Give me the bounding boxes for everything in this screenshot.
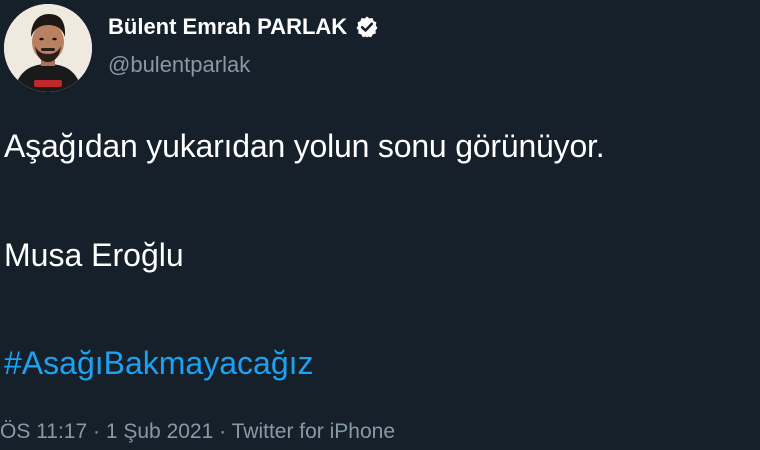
- tweet-meta: ÖS 11:17 · 1 Şub 2021 · Twitter for iPho…: [0, 420, 395, 444]
- hashtag-link[interactable]: #AsağıBakmayacağız: [4, 345, 314, 382]
- meta-separator: ·: [93, 420, 101, 443]
- tweet-time[interactable]: ÖS 11:17: [0, 420, 87, 443]
- tweet-date[interactable]: 1 Şub 2021: [106, 420, 213, 443]
- author-name-row: Bülent Emrah PARLAK: [108, 12, 379, 42]
- avatar-photo: [4, 4, 92, 92]
- verified-badge-icon: [355, 15, 379, 39]
- tweet-card: Bülent Emrah PARLAK @bulentparlak Aşağıd…: [0, 0, 760, 450]
- tweet-text-line-2: Musa Eroğlu: [4, 237, 184, 273]
- tweet-source[interactable]: Twitter for iPhone: [232, 420, 395, 443]
- author-display-name[interactable]: Bülent Emrah PARLAK: [108, 14, 347, 40]
- author-handle[interactable]: @bulentparlak: [108, 52, 250, 78]
- tweet-text-line-1: Aşağıdan yukarıdan yolun sonu görünüyor.: [4, 128, 605, 164]
- meta-separator: ·: [219, 420, 227, 443]
- avatar[interactable]: [4, 4, 92, 92]
